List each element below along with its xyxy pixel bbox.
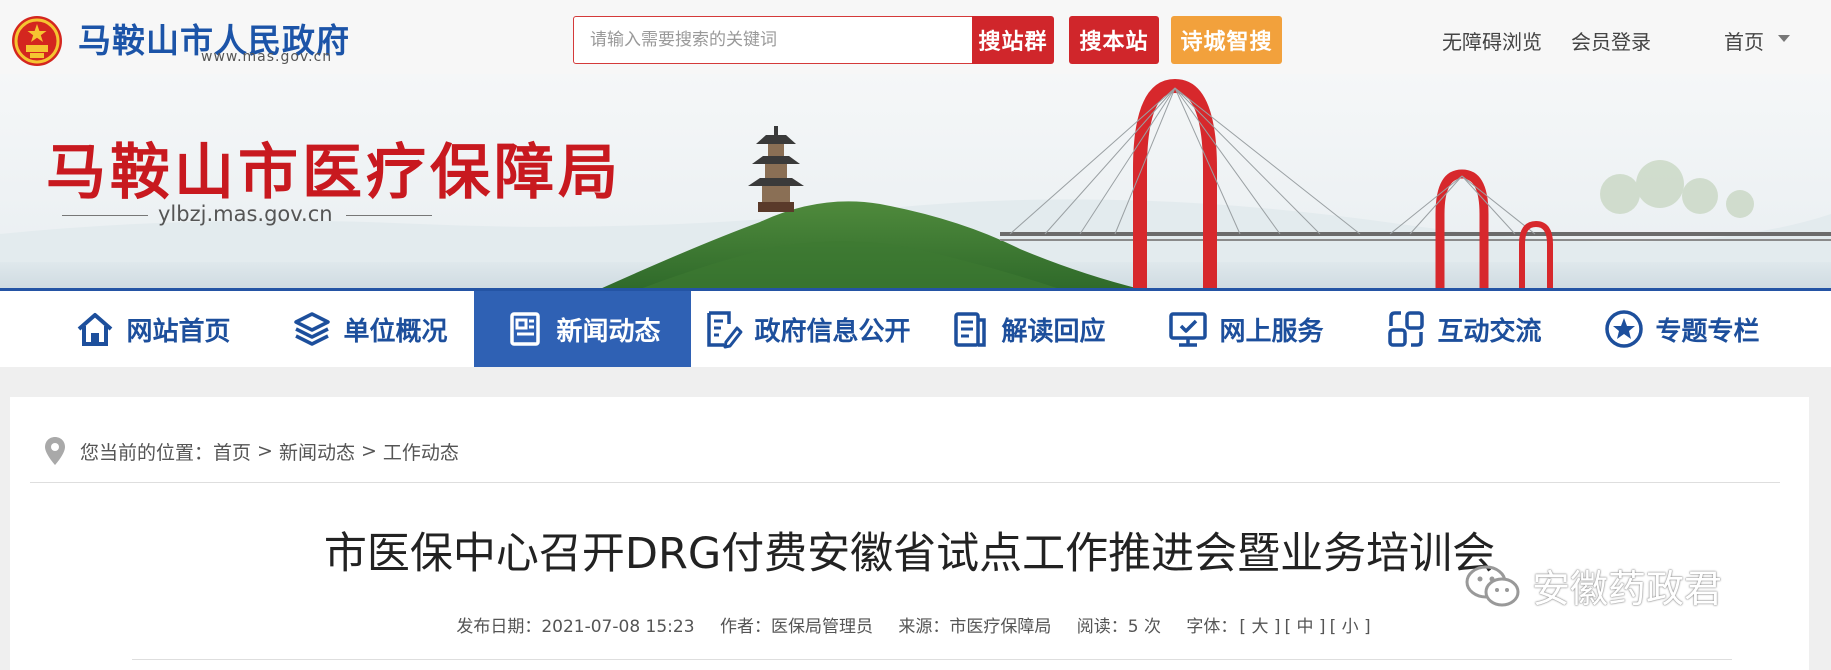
nav-item-about[interactable]: 单位概况 — [272, 291, 467, 367]
nav-item-news[interactable]: 新闻动态 — [474, 291, 691, 367]
main-nav: 网站首页 单位概况 新闻动态 政府信息公开 解读回应 网上服务 互动交流 专题专… — [0, 291, 1831, 367]
nav-item-label: 政府信息公开 — [754, 316, 911, 347]
font-size-medium-button[interactable]: [ 中 ] — [1284, 617, 1325, 637]
search-group-button[interactable]: 搜站群 — [972, 16, 1054, 64]
clipboard-icon — [954, 312, 987, 347]
breadcrumb-prefix: 您当前的位置： — [80, 441, 214, 464]
layers-icon — [294, 312, 331, 346]
chevron-down-icon[interactable] — [1778, 35, 1790, 42]
location-pin-icon — [45, 437, 65, 465]
search-input[interactable] — [574, 17, 972, 63]
banner-divider — [62, 215, 148, 216]
search-site-button[interactable]: 搜本站 — [1069, 16, 1159, 64]
nav-item-label: 新闻动态 — [556, 316, 661, 347]
nav-item-label: 互动交流 — [1437, 316, 1542, 347]
breadcrumb: 您当前的位置： 首页 > 新闻动态 > 工作动态 — [44, 435, 459, 467]
national-emblem-icon — [12, 16, 62, 66]
bureau-title[interactable]: 马鞍山市医疗保障局 — [46, 124, 622, 211]
gov-site-url: www.mas.gov.cn — [201, 49, 333, 65]
nav-item-gov-info[interactable]: 政府信息公开 — [694, 291, 919, 367]
nav-item-interpret[interactable]: 解读回应 — [930, 291, 1125, 367]
meta-divider — [132, 659, 1732, 660]
banner-divider — [346, 215, 432, 216]
home-icon — [78, 313, 113, 346]
breadcrumb-separator: > — [360, 440, 377, 462]
poem-city-search-button[interactable]: 诗城智搜 — [1171, 16, 1282, 64]
bureau-url: ylbzj.mas.gov.cn — [158, 202, 333, 226]
accessible-browse-link[interactable]: 无障碍浏览 — [1442, 26, 1542, 55]
breadcrumb-divider — [30, 482, 1780, 483]
font-size-label: 字体： — [1186, 617, 1238, 637]
nav-item-special-topics[interactable]: 专题专栏 — [1584, 291, 1779, 367]
top-bar: 马鞍山市人民政府 www.mas.gov.cn 搜站群 搜本站 诗城智搜 无障碍… — [0, 0, 1831, 74]
source: 来源：市医疗保障局 — [898, 617, 1052, 637]
breadcrumb-home[interactable]: 首页 — [213, 438, 251, 465]
breadcrumb-separator: > — [257, 440, 273, 462]
nav-item-label: 专题专栏 — [1655, 316, 1760, 347]
publish-date: 发布日期：2021-07-08 15:23 — [456, 617, 695, 637]
home-dropdown-link[interactable]: 首页 — [1724, 26, 1764, 55]
nav-item-label: 网站首页 — [126, 316, 231, 347]
member-login-link[interactable]: 会员登录 — [1571, 26, 1651, 55]
author: 作者：医保局管理员 — [719, 617, 873, 637]
exchange-icon — [1388, 311, 1425, 347]
article-panel: 您当前的位置： 首页 > 新闻动态 > 工作动态 市医保中心召开DRG付费安徽省… — [10, 397, 1809, 670]
breadcrumb-work-updates[interactable]: 工作动态 — [383, 438, 459, 465]
wechat-watermark: 安徽药政君 — [1464, 558, 1722, 613]
nav-item-label: 解读回应 — [1001, 316, 1106, 347]
news-icon — [510, 312, 541, 346]
star-circle-icon — [1605, 310, 1644, 348]
document-edit-icon — [707, 311, 743, 349]
nav-item-interaction[interactable]: 互动交流 — [1366, 291, 1561, 367]
nav-item-label: 网上服务 — [1219, 316, 1324, 347]
font-size-small-button[interactable]: [ 小 ] — [1330, 617, 1371, 637]
read-count: 阅读：5 次 — [1076, 617, 1161, 637]
font-size-large-button[interactable]: [ 大 ] — [1239, 617, 1280, 637]
search-box — [573, 16, 973, 64]
nav-item-home[interactable]: 网站首页 — [55, 291, 250, 367]
site-banner: 马鞍山市医疗保障局 ylbzj.mas.gov.cn — [0, 74, 1831, 289]
nav-item-label: 单位概况 — [343, 316, 448, 347]
monitor-icon — [1169, 312, 1208, 347]
wechat-icon — [1465, 565, 1520, 606]
breadcrumb-news[interactable]: 新闻动态 — [279, 438, 355, 465]
nav-item-online-service[interactable]: 网上服务 — [1148, 291, 1343, 367]
pagoda-icon — [748, 126, 804, 212]
watermark-text: 安徽药政君 — [1532, 567, 1723, 611]
article-meta: 发布日期：2021-07-08 15:23 作者：医保局管理员 来源：市医疗保障… — [10, 612, 1809, 637]
